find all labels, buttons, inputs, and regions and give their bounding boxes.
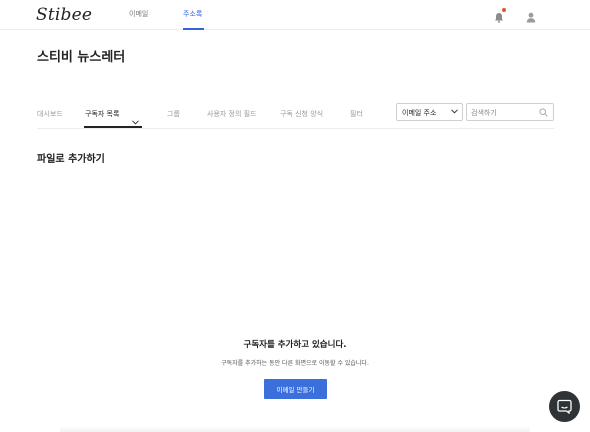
tab-dashboard[interactable]: 대시보드 (37, 109, 63, 119)
progress-title: 구독자를 추가하고 있습니다. (243, 340, 347, 350)
chat-icon (557, 399, 572, 414)
bell-icon[interactable] (494, 8, 506, 23)
select-value: 이메일 주소 (402, 109, 437, 117)
tabs-divider (37, 128, 554, 129)
tab-subscriber-list[interactable]: 구독자 목록 (85, 109, 119, 119)
nav-active-indicator (183, 28, 204, 30)
tab-filter[interactable]: 필터 (350, 109, 363, 119)
user-icon[interactable] (526, 8, 538, 23)
nav-address-book[interactable]: 주소록 (183, 9, 202, 19)
page-title: 스티비 뉴스레터 (37, 50, 126, 65)
progress-description: 구독자를 추가하는 동안 다른 화면으로 이동할 수 있습니다. (221, 360, 369, 367)
chat-button[interactable] (549, 391, 580, 422)
tab-subscribe-form[interactable]: 구독 신청 양식 (280, 109, 323, 119)
notification-dot (502, 8, 506, 12)
tab-group[interactable]: 그룹 (167, 109, 180, 119)
search-input[interactable] (471, 107, 539, 118)
bottom-shadow (60, 426, 530, 432)
tab-subscriber-list-label: 구독자 목록 (85, 110, 120, 118)
nav-email[interactable]: 이메일 (129, 9, 148, 19)
section-title: 파일로 추가하기 (37, 154, 105, 165)
search-box (466, 103, 554, 121)
search-field-select[interactable]: 이메일 주소 (396, 103, 463, 121)
top-navbar: Stibee 이메일 주소록 (0, 0, 590, 30)
create-email-button[interactable]: 이메일 만들기 (264, 379, 327, 399)
tab-custom-fields[interactable]: 사용자 정의 필드 (207, 109, 257, 119)
search-icon[interactable] (539, 108, 548, 117)
stibee-logo[interactable]: Stibee (36, 5, 92, 25)
page-root: Stibee 이메일 주소록 스티비 뉴스레터 대시보드 구독자 목록 그룹 사… (0, 0, 590, 432)
select-chevron-icon (451, 109, 458, 114)
